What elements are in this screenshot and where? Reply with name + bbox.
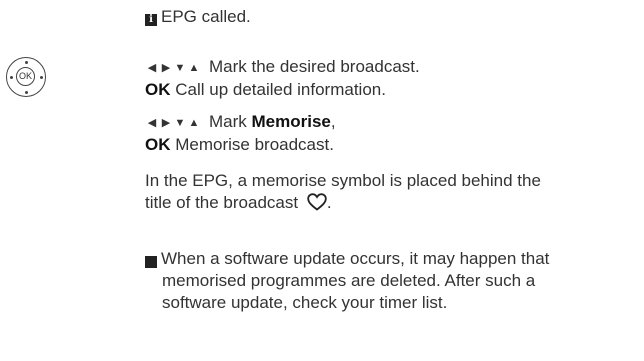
arrow-up-icon: ▲ <box>188 62 200 74</box>
step2-ok-instruction: Memorise broadcast. <box>175 135 334 154</box>
arrow-left-icon: ◀ <box>147 62 157 74</box>
heart-outline-icon <box>307 193 327 211</box>
navigation-arrows-icon: ◀ ▶ ▼ ▲ <box>145 112 201 134</box>
comma: , <box>330 112 336 131</box>
mark-prefix: Mark <box>209 112 247 131</box>
software-update-note: i When a software update occurs, it may h… <box>141 248 550 314</box>
note-line2: memorised programmes are deleted. After … <box>162 271 536 290</box>
ok-key-label: OK <box>16 67 35 86</box>
epg-called-note: i EPG called. <box>145 6 251 28</box>
step1-ok-instruction: Call up detailed information. <box>175 80 386 99</box>
info-icon: i <box>141 256 157 268</box>
arrow-down-icon: ▼ <box>174 117 186 129</box>
note-line1: When a software update occurs, it may ha… <box>161 249 550 268</box>
step-memorise: ◀ ▶ ▼ ▲ Mark Memorise, OK Memorise broadcas… <box>145 111 336 156</box>
epg-called-text: EPG called. <box>161 7 251 26</box>
para-end: . <box>326 193 332 212</box>
arrow-up-icon: ▲ <box>188 117 200 129</box>
ok-key-text: OK <box>145 135 171 154</box>
remote-ok-key-icon: OK <box>6 57 46 97</box>
step1-instruction: Mark the desired broadcast. <box>209 57 420 76</box>
memorise-keyword: Memorise <box>251 112 331 131</box>
info-icon: i <box>145 14 157 26</box>
memorise-symbol-paragraph: In the EPG, a memorise symbol is placed … <box>145 170 541 214</box>
arrow-right-icon: ▶ <box>161 62 171 74</box>
arrow-left-icon: ◀ <box>147 117 157 129</box>
navigation-arrows-icon: ◀ ▶ ▼ ▲ <box>145 57 201 79</box>
ok-key-text: OK <box>145 80 171 99</box>
arrow-right-icon: ▶ <box>161 117 171 129</box>
para-line1: In the EPG, a memorise symbol is placed … <box>145 171 541 190</box>
step-mark-broadcast: ◀ ▶ ▼ ▲ Mark the desired broadcast. OK Call… <box>145 56 420 101</box>
note-line3: software update, check your timer list. <box>162 293 448 312</box>
para-line2: title of the broadcast <box>145 193 299 212</box>
arrow-down-icon: ▼ <box>174 62 186 74</box>
